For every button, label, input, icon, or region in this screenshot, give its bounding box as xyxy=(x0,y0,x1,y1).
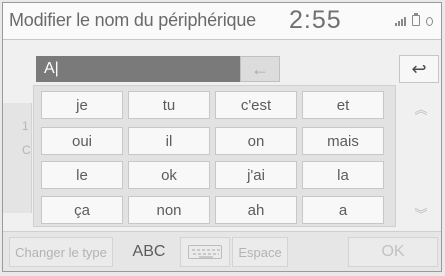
bluetooth-icon xyxy=(426,17,433,26)
backspace-button[interactable]: ← xyxy=(240,56,280,82)
suggestion-word[interactable]: j'ai xyxy=(215,161,297,189)
suggestion-word[interactable]: tu xyxy=(128,91,210,119)
name-input[interactable]: A| xyxy=(36,56,240,82)
suggestion-word[interactable]: je xyxy=(41,91,123,119)
space-button[interactable]: Espace xyxy=(232,237,288,267)
back-icon: ↩ xyxy=(411,58,427,79)
backspace-icon: ← xyxy=(251,58,269,79)
abc-button[interactable]: ABC xyxy=(123,237,175,267)
chevron-up-icon: ︽ xyxy=(414,101,428,117)
suggestion-word[interactable]: on xyxy=(215,127,297,155)
suggestion-word[interactable]: non xyxy=(128,196,210,224)
clock: 2:55 xyxy=(289,6,342,34)
scroll-down-button[interactable]: ︾ xyxy=(407,203,435,223)
suggestion-word[interactable]: mais xyxy=(302,127,384,155)
background-text: C xyxy=(22,143,31,157)
ok-button[interactable]: OK xyxy=(348,237,438,267)
status-icons xyxy=(395,13,433,26)
background-text: 1 xyxy=(22,119,29,133)
signal-icon xyxy=(395,16,406,26)
chevron-down-icon: ︾ xyxy=(414,206,428,222)
page-title: Modifier le nom du périphérique xyxy=(9,10,256,30)
header-bar: Modifier le nom du périphérique 2:55 xyxy=(3,3,441,40)
scroll-up-button[interactable]: ︽ xyxy=(407,98,435,118)
suggestion-word[interactable]: ok xyxy=(128,161,210,189)
keyboard-button[interactable] xyxy=(180,237,230,267)
change-type-button[interactable]: Changer le type xyxy=(9,237,113,267)
suggestion-word[interactable]: ça xyxy=(41,196,123,224)
bottom-bar: Changer le type ABC Espace OK xyxy=(3,231,441,271)
suggestion-word[interactable]: c'est xyxy=(215,91,297,119)
suggestion-word[interactable]: oui xyxy=(41,127,123,155)
suggestion-word[interactable]: ah xyxy=(215,196,297,224)
suggestion-word[interactable]: a xyxy=(302,196,384,224)
battery-icon xyxy=(412,13,420,26)
suggestion-word[interactable]: il xyxy=(128,127,210,155)
background-panel: 1 C xyxy=(3,103,32,213)
screen-frame: Modifier le nom du périphérique 2:55 1 C… xyxy=(2,2,442,272)
suggestion-word[interactable]: et xyxy=(302,91,384,119)
suggestion-word[interactable]: la xyxy=(302,161,384,189)
keyboard-icon xyxy=(188,245,222,259)
back-button[interactable]: ↩ xyxy=(399,55,439,83)
suggestion-word[interactable]: le xyxy=(41,161,123,189)
